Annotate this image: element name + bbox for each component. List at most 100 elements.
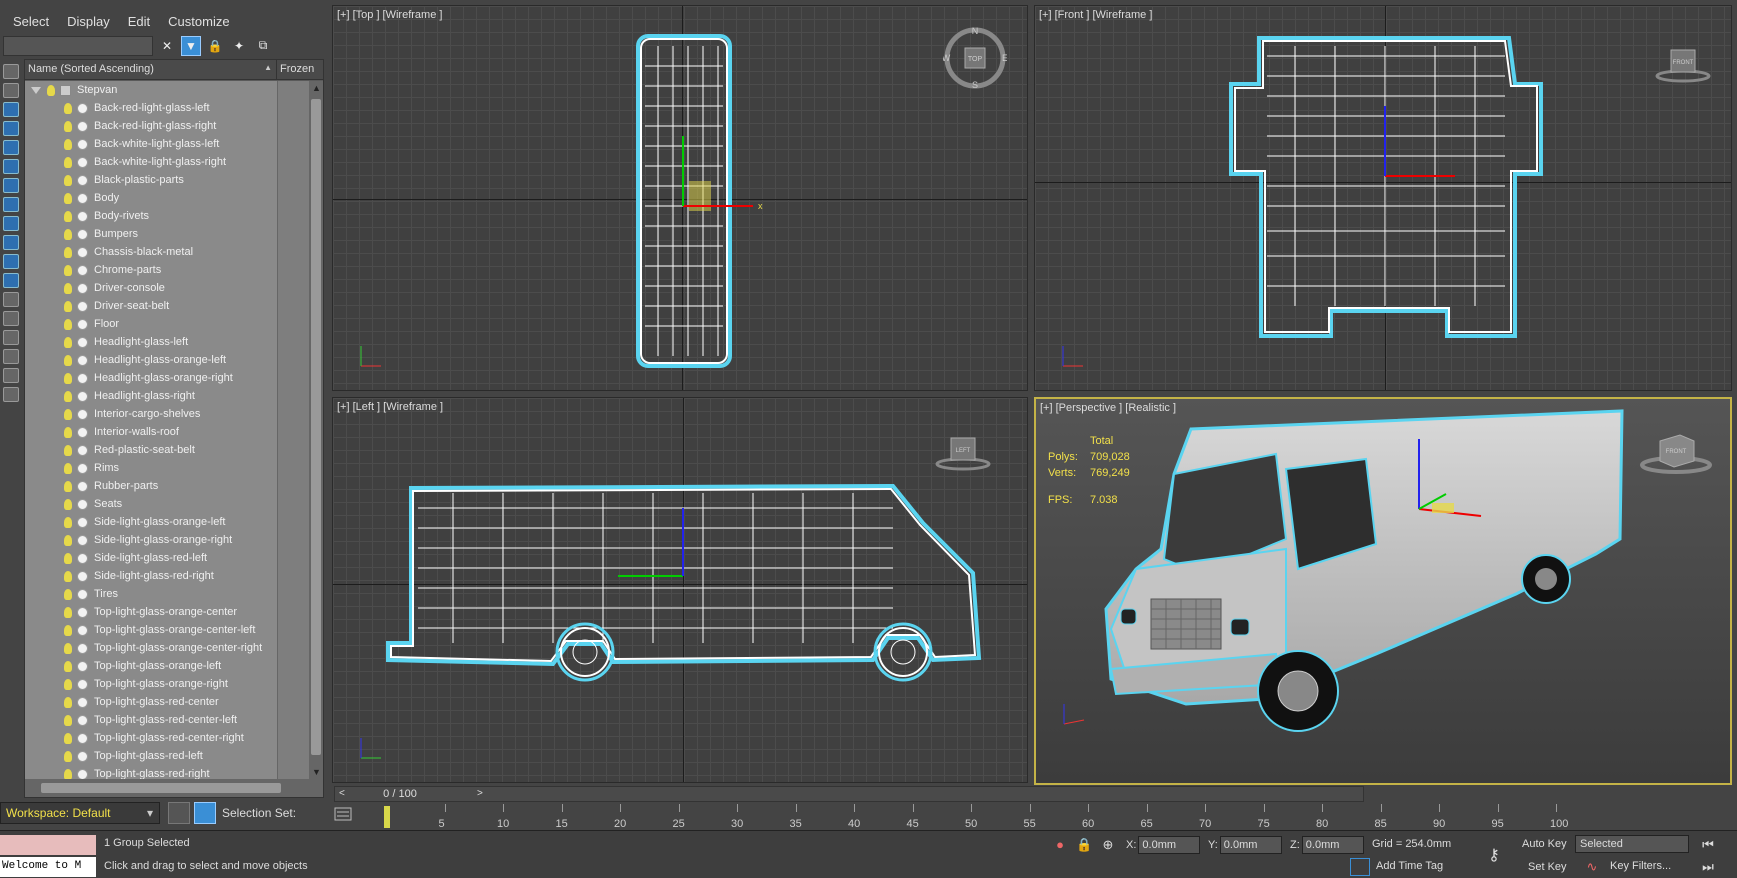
visibility-bulb-icon[interactable] [64,714,72,726]
tree-item[interactable]: Top-light-glass-orange-center [25,603,309,621]
tree-item[interactable]: Headlight-glass-orange-right [25,369,309,387]
scroll-up-icon[interactable]: ▲ [312,83,321,93]
display-containers-icon[interactable] [3,235,19,250]
visibility-bulb-icon[interactable] [64,462,72,474]
isolate-selection-icon[interactable]: ● [1052,837,1068,853]
viewcube-top[interactable]: TOP N S E W [942,26,1008,90]
tree-item[interactable]: Seats [25,495,309,513]
tree-item[interactable]: Back-white-light-glass-right [25,153,309,171]
tree-item[interactable]: Back-red-light-glass-right [25,117,309,135]
frozen-toggle[interactable] [277,369,309,387]
maxscript-listener-input[interactable] [0,835,96,855]
display-frozen-icon[interactable] [3,254,19,269]
frozen-toggle[interactable] [277,495,309,513]
filter-funnel-icon[interactable] [3,349,19,364]
tree-item[interactable]: Side-light-glass-red-left [25,549,309,567]
visibility-bulb-icon[interactable] [64,750,72,762]
coord-y-input[interactable]: 0.0mm [1219,836,1282,854]
visibility-bulb-icon[interactable] [64,120,72,132]
menu-edit[interactable]: Edit [128,14,150,29]
frozen-toggle[interactable] [277,315,309,333]
frozen-toggle[interactable] [277,333,309,351]
frozen-toggle[interactable] [277,711,309,729]
visibility-bulb-icon[interactable] [64,552,72,564]
frozen-toggle[interactable] [277,225,309,243]
visibility-bulb-icon[interactable] [47,84,55,96]
select-children-icon[interactable]: ✦ [229,36,249,56]
display-shapes-icon[interactable] [3,83,19,98]
set-key-button[interactable]: Set Key [1528,861,1567,873]
time-next-icon[interactable]: > [477,788,483,799]
visibility-bulb-icon[interactable] [64,696,72,708]
display-all-icon[interactable] [3,292,19,307]
visibility-bulb-icon[interactable] [64,588,72,600]
go-to-start-icon[interactable]: ⏮ [1700,837,1716,853]
tree-item[interactable]: Back-red-light-glass-left [25,99,309,117]
display-none-icon[interactable] [3,311,19,326]
visibility-bulb-icon[interactable] [64,264,72,276]
visibility-bulb-icon[interactable] [64,318,72,330]
explorer-vertical-scrollbar[interactable]: ▲ ▼ [309,81,323,779]
visibility-bulb-icon[interactable] [64,444,72,456]
lock-icon[interactable]: 🔒 [205,36,225,56]
auto-key-button[interactable]: Auto Key [1522,838,1567,850]
visibility-bulb-icon[interactable] [64,408,72,420]
visibility-bulb-icon[interactable] [64,606,72,618]
visibility-bulb-icon[interactable] [64,210,72,222]
tree-item[interactable]: Driver-seat-belt [25,297,309,315]
display-lights-icon[interactable] [3,102,19,117]
visibility-bulb-icon[interactable] [64,336,72,348]
tree-item[interactable]: Bumpers [25,225,309,243]
scroll-down-icon[interactable]: ▼ [312,767,321,777]
visibility-bulb-icon[interactable] [64,732,72,744]
tree-item[interactable]: Top-light-glass-red-right [25,765,309,779]
frozen-toggle[interactable] [277,171,309,189]
frozen-toggle[interactable] [277,81,309,99]
visibility-bulb-icon[interactable] [64,498,72,510]
visibility-bulb-icon[interactable] [64,768,72,779]
tree-item[interactable]: Rubber-parts [25,477,309,495]
frozen-toggle[interactable] [277,765,309,779]
frozen-toggle[interactable] [277,351,309,369]
tree-item[interactable]: Top-light-glass-red-center [25,693,309,711]
key-mode-curve-icon[interactable]: ∿ [1584,859,1600,875]
set-key-mode-icon[interactable]: ⚷ [1486,845,1502,864]
tree-item[interactable]: Body-rivets [25,207,309,225]
visibility-bulb-icon[interactable] [64,480,72,492]
tree-item[interactable]: Top-light-glass-orange-center-left [25,621,309,639]
visibility-bulb-icon[interactable] [64,354,72,366]
frozen-toggle[interactable] [277,117,309,135]
frozen-toggle[interactable] [277,99,309,117]
absolute-mode-icon[interactable]: ⊕ [1100,837,1116,853]
explorer-search-input[interactable] [3,35,153,56]
tree-item[interactable]: Red-plastic-seat-belt [25,441,309,459]
coord-x-input[interactable]: 0.0mm [1138,836,1201,854]
frozen-toggle[interactable] [277,639,309,657]
viewport-top[interactable]: [+] [Top ] [Wireframe ] x TOP N S [332,5,1028,391]
time-tag-icon[interactable] [1350,858,1370,876]
expand-arrow-icon[interactable] [31,86,41,94]
frozen-toggle[interactable] [277,513,309,531]
tree-root-item[interactable]: Stepvan [25,81,309,99]
frozen-toggle[interactable] [277,657,309,675]
tree-item[interactable]: Back-white-light-glass-left [25,135,309,153]
visibility-bulb-icon[interactable] [64,624,72,636]
visibility-bulb-icon[interactable] [64,174,72,186]
menu-customize[interactable]: Customize [168,14,229,29]
display-geometry-icon[interactable] [3,64,19,79]
tree-item[interactable]: Top-light-glass-red-center-left [25,711,309,729]
tree-item[interactable]: Driver-console [25,279,309,297]
frozen-toggle[interactable] [277,567,309,585]
frozen-toggle[interactable] [277,441,309,459]
tree-item[interactable]: Interior-walls-roof [25,423,309,441]
frozen-toggle[interactable] [277,477,309,495]
visibility-bulb-icon[interactable] [64,534,72,546]
frozen-toggle[interactable] [277,603,309,621]
display-xrefs-icon[interactable] [3,197,19,212]
frozen-toggle[interactable] [277,729,309,747]
tree-item[interactable]: Black-plastic-parts [25,171,309,189]
tree-item[interactable]: Top-light-glass-orange-center-right [25,639,309,657]
frozen-toggle[interactable] [277,297,309,315]
frozen-toggle[interactable] [277,135,309,153]
frozen-toggle[interactable] [277,207,309,225]
